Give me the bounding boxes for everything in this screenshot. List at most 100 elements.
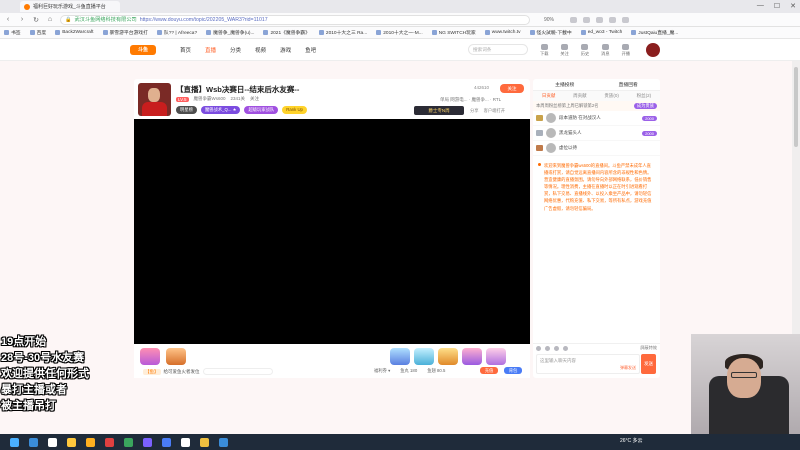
windows-icon[interactable]	[10, 437, 19, 447]
nav-item[interactable]: 视频	[255, 46, 266, 54]
app-icon[interactable]	[181, 437, 190, 447]
side-tab[interactable]: 直播回看	[619, 81, 638, 88]
search-icon[interactable]	[48, 437, 57, 447]
bookmark-item[interactable]: JustQaiu直播_魔...	[631, 29, 678, 36]
nav-item[interactable]: 分类	[230, 46, 241, 54]
rank-avatar[interactable]	[546, 143, 556, 153]
rank-row[interactable]: 段本道防 在对战汉人 2000	[533, 111, 660, 126]
zoom-level[interactable]: 90%	[544, 17, 554, 23]
close-icon[interactable]: ✕	[790, 2, 796, 10]
nav-item[interactable]: 鱼吧	[305, 46, 316, 54]
rank-avatar[interactable]	[546, 128, 556, 138]
fan-badge-icon[interactable]	[545, 345, 550, 351]
bookmark-item[interactable]: 队?? | Afreeca?	[156, 29, 197, 36]
header-icon[interactable]: 关注	[560, 44, 568, 57]
settings-icon[interactable]	[563, 345, 568, 351]
home-icon[interactable]: ⌂	[46, 16, 54, 23]
backpack-button[interactable]: 背包	[504, 367, 522, 374]
menu-icon[interactable]	[622, 16, 630, 23]
browser-tab[interactable]: 福利巨好玩乐游戏_斗鱼直播平台	[20, 1, 120, 12]
room-link[interactable]: 客户端打开	[484, 108, 505, 114]
files-icon[interactable]	[67, 437, 76, 447]
rank-tab[interactable]: 周贡献	[573, 93, 587, 99]
app-icon[interactable]	[105, 437, 114, 447]
emoji-icon[interactable]	[536, 345, 541, 351]
rank-avatar[interactable]	[546, 113, 556, 123]
app-icon[interactable]	[200, 437, 209, 447]
header-icon[interactable]: 历史	[581, 44, 589, 57]
gift-stat[interactable]: 福利券 ▾	[374, 368, 390, 374]
app-icon[interactable]	[143, 437, 152, 447]
nav-item[interactable]: 首页	[180, 46, 191, 54]
app-icon[interactable]	[162, 437, 171, 447]
side-tab[interactable]: 主播投榜	[555, 81, 574, 88]
extension-icon[interactable]	[609, 16, 617, 23]
bookmark-item[interactable]: 魔兽争_魔兽争(u)...	[206, 29, 254, 36]
extension-icon[interactable]	[583, 16, 591, 23]
chat-input[interactable]: 这里输入聊天内容 弹幕发送	[536, 354, 640, 374]
edge-icon[interactable]	[29, 437, 38, 447]
send-button[interactable]: 发送	[641, 354, 656, 374]
gift-icon[interactable]	[390, 348, 410, 365]
bookmark-item[interactable]: 2010十大之三 Ra...	[318, 29, 367, 36]
room-tag[interactable]: 超级玩家战队	[244, 106, 279, 114]
nav-item[interactable]: 直播	[205, 46, 216, 54]
bookmark-item[interactable]: ed_wo3 - Twitch	[580, 30, 622, 35]
streamer-avatar[interactable]	[138, 83, 171, 116]
app-icon[interactable]	[124, 437, 133, 447]
gift-icon[interactable]	[462, 348, 482, 365]
bookmark-item[interactable]: 怪火試驗-下載中	[529, 29, 572, 36]
maximize-icon[interactable]: ☐	[774, 2, 780, 10]
forward-icon[interactable]: ›	[18, 16, 26, 23]
search-input[interactable]: 搜索词条	[468, 44, 528, 55]
bookmark-item[interactable]: 书签	[4, 29, 21, 36]
bookmark-item[interactable]: 2021《魔兽争霸》	[263, 29, 310, 36]
app-icon[interactable]	[219, 437, 228, 447]
nav-item[interactable]: 游戏	[280, 46, 291, 54]
color-icon[interactable]	[554, 345, 559, 351]
rank-tab[interactable]: 粉丝(2)	[637, 93, 652, 99]
explorer-icon[interactable]	[86, 437, 95, 447]
header-icon[interactable]: 消息	[601, 44, 609, 57]
header-icon[interactable]: 下载	[540, 44, 548, 57]
become-noble-button[interactable]: 成为贵族	[633, 103, 657, 109]
streamer-name[interactable]: 魔兽争霸Ws600	[194, 96, 226, 102]
bookmark-item[interactable]: NG SWITCH玩家	[431, 29, 476, 36]
refresh-icon[interactable]: ↻	[32, 16, 40, 24]
bookmark-item[interactable]: www.twitch.tv	[484, 30, 521, 35]
bookmark-item[interactable]: 暴雪游平台游戏打	[102, 29, 148, 36]
barrage-toggle[interactable]: 弹幕发送	[620, 365, 636, 371]
recharge-button[interactable]: 充值	[480, 367, 498, 374]
follow-button[interactable]: 关注	[500, 84, 524, 93]
gift-stat[interactable]: 鱼翅 80.5	[427, 368, 445, 374]
back-icon[interactable]: ‹	[4, 16, 12, 23]
gift-icon[interactable]	[486, 348, 506, 365]
video-player[interactable]	[134, 119, 530, 344]
gift-icon[interactable]	[166, 348, 186, 365]
user-avatar[interactable]	[646, 43, 660, 57]
minimize-icon[interactable]: —	[757, 2, 764, 10]
extension-icon[interactable]	[570, 16, 578, 23]
gift-stat[interactable]: 鱼丸 180	[400, 368, 417, 374]
room-tag[interactable]: 明星榜	[176, 106, 197, 114]
room-link[interactable]: 分享	[470, 108, 479, 114]
rank-tab[interactable]: 日贡献	[542, 93, 556, 99]
room-tag[interactable]: Rank Up	[282, 106, 307, 114]
rank-tab[interactable]: 贵族(0)	[604, 93, 619, 99]
rank-row[interactable]: 黑龙猫头人 2000	[533, 126, 660, 141]
room-tag[interactable]: 魔兽战术_Q... ★	[200, 106, 241, 114]
gift-icon[interactable]	[414, 348, 434, 365]
gift-icon[interactable]	[140, 348, 160, 365]
scrollbar-thumb[interactable]	[794, 67, 798, 147]
gift-icon[interactable]	[438, 348, 458, 365]
bookmark-item[interactable]: Back2Warcraft	[55, 30, 94, 35]
weather[interactable]: 26°C 多云	[620, 437, 643, 444]
rank-row[interactable]: 虚位以待	[533, 141, 660, 156]
header-icon[interactable]: 开播	[622, 44, 630, 57]
extension-icon[interactable]	[596, 16, 604, 23]
url-field[interactable]: 🔒 武汉斗鱼网络科技有限公司 https://www.douyu.com/top…	[60, 14, 530, 25]
nobility-badge[interactable]: 爵士专N周	[414, 106, 464, 115]
bookmark-item[interactable]: 百度	[29, 29, 46, 36]
douyu-logo[interactable]: 斗鱼	[130, 44, 156, 55]
bookmark-item[interactable]: 2010十大之一-M...	[376, 29, 423, 36]
